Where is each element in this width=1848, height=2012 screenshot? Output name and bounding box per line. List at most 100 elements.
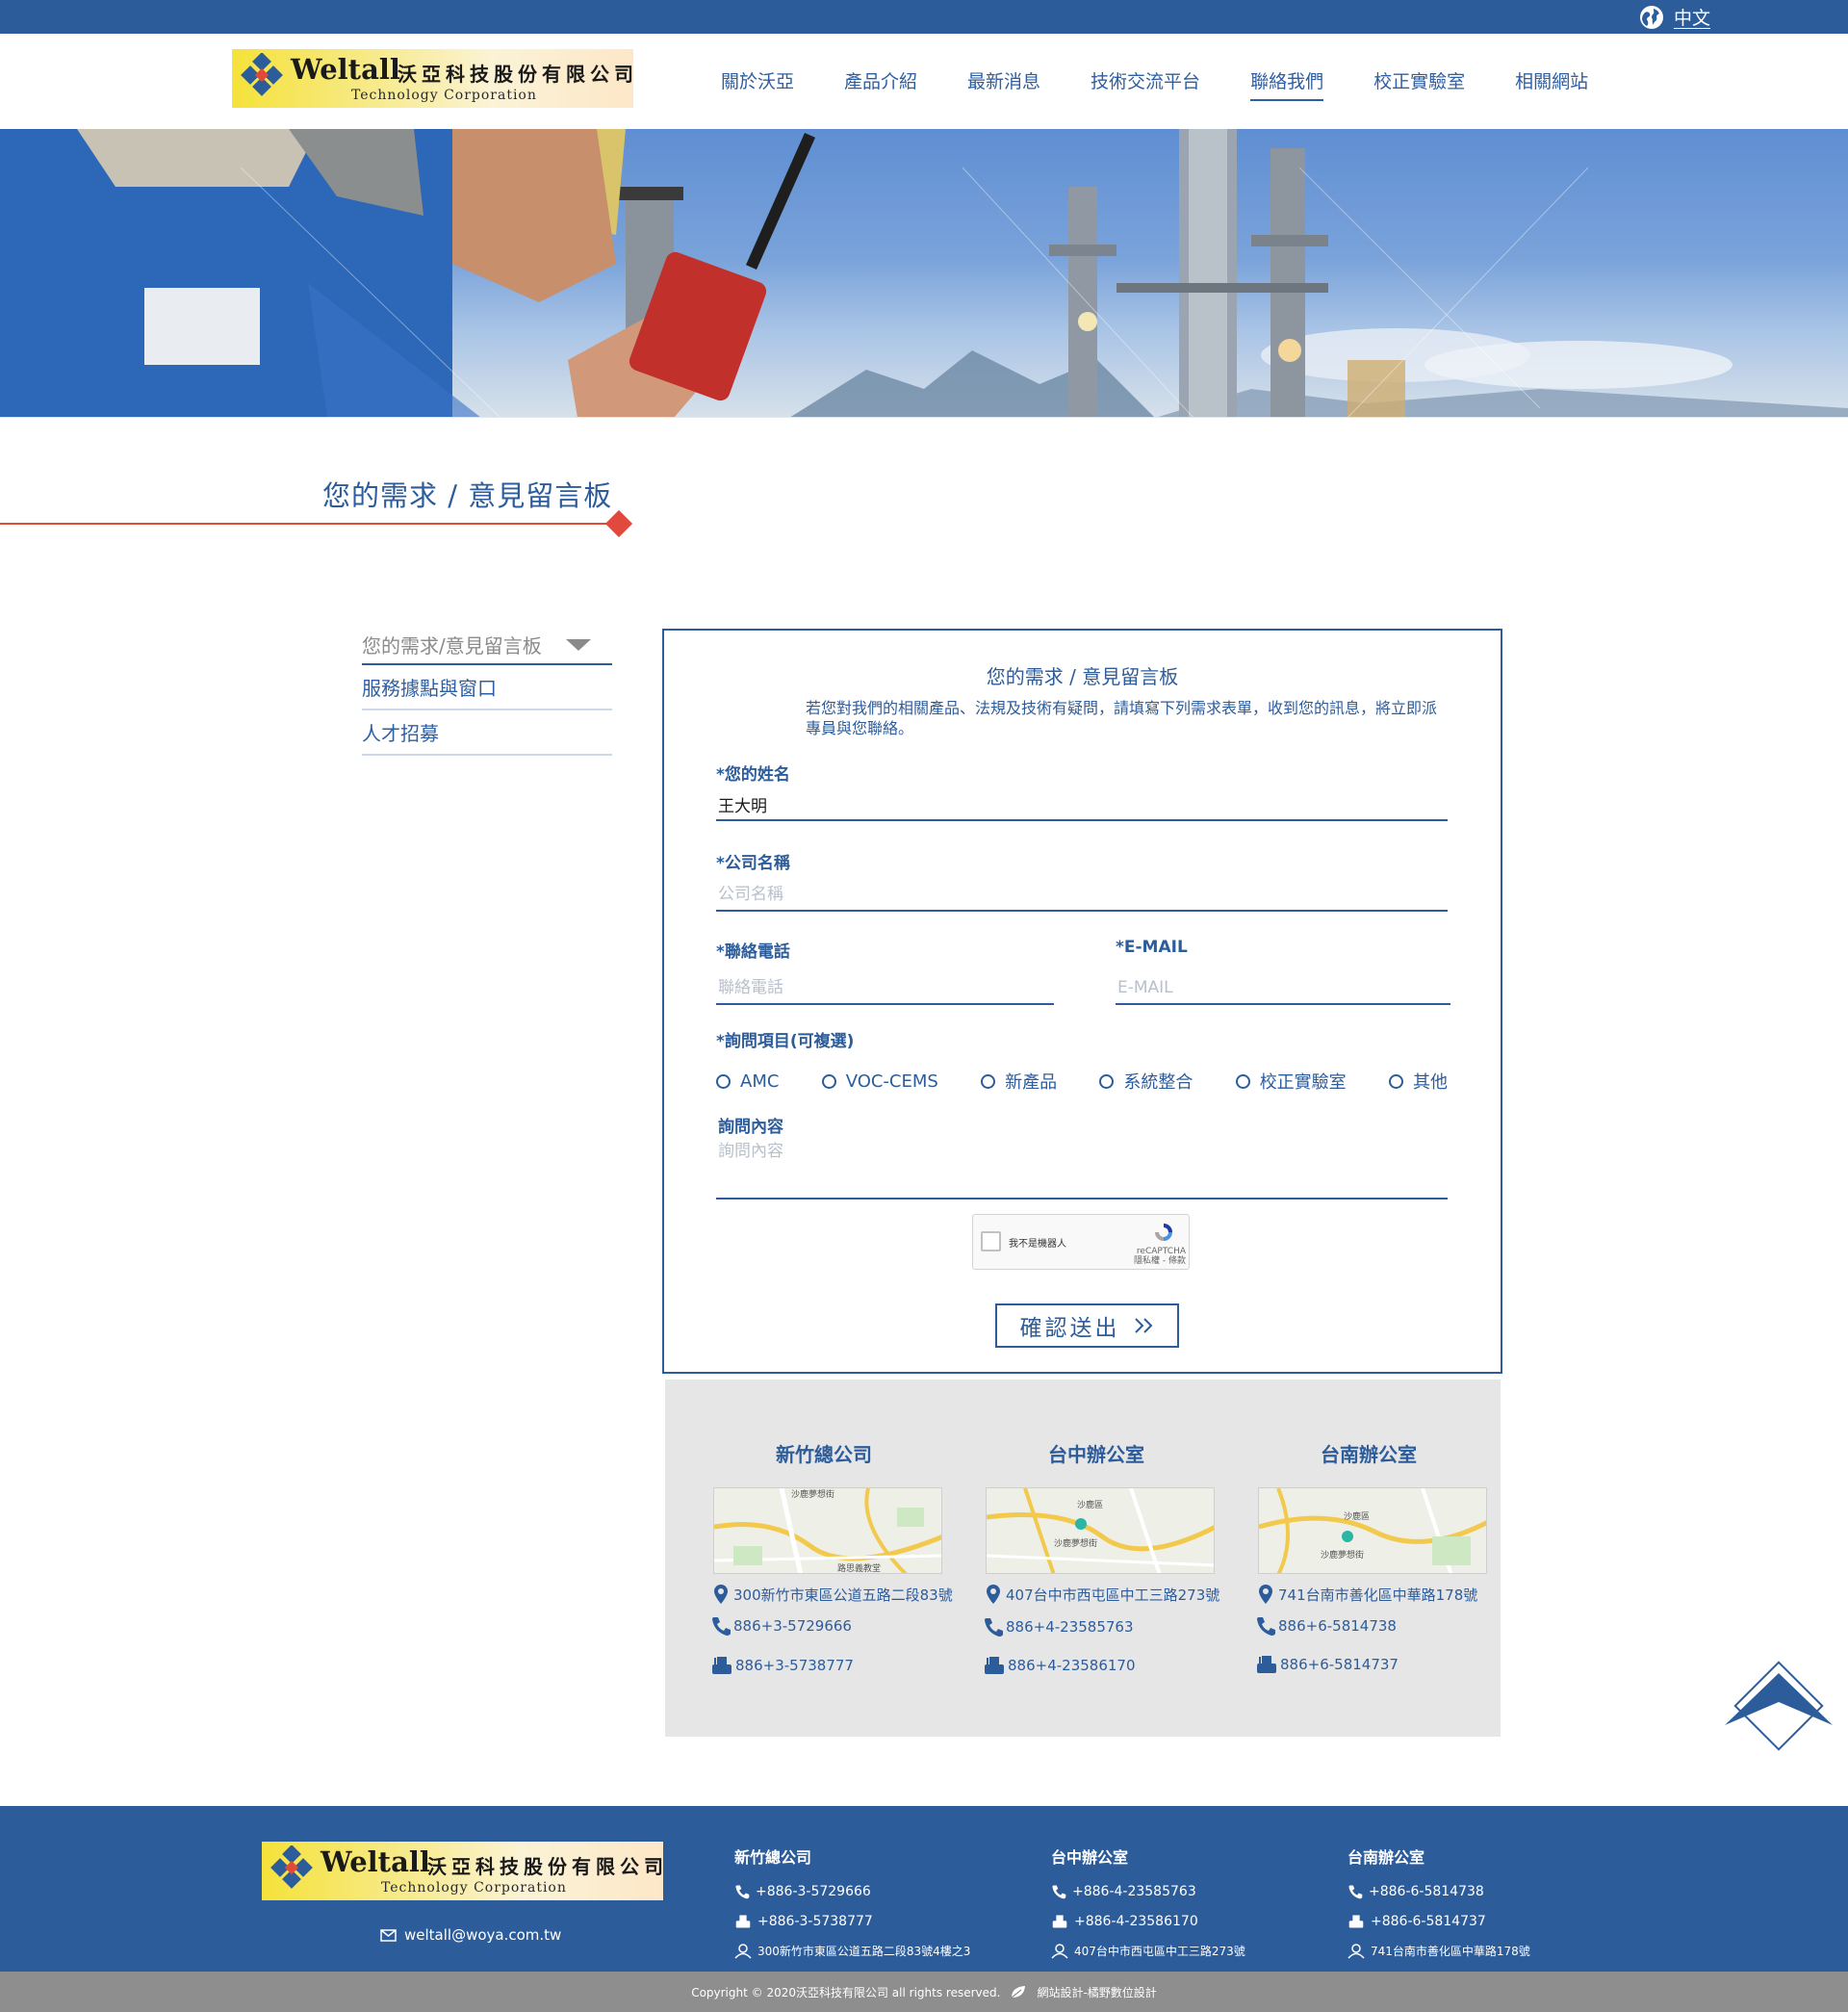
footer-office-name: 台南辦公室 [1348,1848,1425,1867]
form-intro: 若您對我們的相關產品、法規及技術有疑問，請填寫下列需求表單，收到您的訊息，將立即… [806,699,1438,737]
office-map[interactable]: 沙鹿區 沙鹿夢想街 [986,1487,1215,1574]
phone-icon [712,1617,731,1636]
nav-item-related-sites[interactable]: 相關網站 [1515,67,1588,101]
office-fax: 886+3-5738777 [711,1655,854,1676]
radio-circle-icon [1099,1073,1115,1089]
fax-icon [985,1657,1004,1674]
office-fax: 886+4-23586170 [984,1655,1136,1676]
inquiry-form: 您的需求 / 意見留言板 若您對我們的相關產品、法規及技術有疑問，請填寫下列需求… [662,629,1502,1374]
radio-circle-icon [1388,1073,1403,1089]
option-other[interactable]: 其他 [1388,1069,1448,1094]
person-pin-icon [734,1943,752,1959]
office-phone: 886+6-5814738 [1256,1615,1397,1637]
email-field[interactable] [1116,972,1450,1005]
option-label: AMC [740,1070,780,1092]
form-title: 您的需求 / 意見留言板 [986,665,1179,688]
radio-circle-icon [981,1073,996,1089]
person-pin-icon [1348,1943,1365,1959]
svg-text:路思義教堂: 路思義教堂 [837,1562,881,1574]
location-pin-icon [987,1585,1000,1604]
fax-icon [1348,1914,1364,1928]
language-switcher[interactable]: 中文 [1639,4,1710,30]
phone-icon [985,1618,1003,1637]
footer-phone: +886-3-5729666 [734,1876,1023,1906]
logo-diamond-icon [270,1845,313,1889]
option-new-product[interactable]: 新產品 [981,1069,1057,1094]
phone-field[interactable] [716,972,1054,1005]
footer-logo[interactable]: Weltall 沃亞科技股份有限公司 Technology Corporatio… [262,1842,663,1900]
title-diamond-icon [604,509,633,538]
back-to-top-icon[interactable] [1723,1654,1835,1758]
designer-leaf-icon [1012,1986,1026,1999]
option-label: VOC-CEMS [845,1070,938,1092]
recaptcha-widget[interactable]: 我不是機器人 reCAPTCHA 隱私權 - 條款 [972,1214,1190,1270]
option-label: 其他 [1412,1072,1448,1093]
side-item-recruitment[interactable]: 人才招募 [362,710,612,756]
name-field[interactable] [716,788,1448,821]
email-label: *E-MAIL [1116,938,1188,957]
location-pin-icon [1259,1585,1272,1604]
phone-label: *聯絡電話 [716,942,790,962]
svg-text:沙鹿夢想街: 沙鹿夢想街 [1054,1537,1097,1549]
nav-item-news[interactable]: 最新消息 [967,67,1040,101]
language-label[interactable]: 中文 [1674,4,1710,30]
logo-subtitle: Technology Corporation [351,88,537,103]
logo-subtitle: Technology Corporation [381,1880,567,1896]
footer-office-hsinchu: 新竹總公司 +886-3-5729666 +886-3-5738777 300新… [734,1844,1023,1966]
option-system-integration[interactable]: 系統整合 [1099,1069,1193,1094]
footer-email[interactable]: weltall@woya.com.tw [380,1926,561,1944]
inquiry-options: AMC VOC-CEMS 新產品 系統整合 校正實驗室 其他 [716,1069,1448,1094]
office-address: 300新竹市東區公道五路二段83號 [711,1584,953,1605]
office-map[interactable]: 沙鹿區 沙鹿夢想街 [1258,1487,1487,1574]
company-logo[interactable]: Weltall 沃亞科技股份有限公司 Technology Corporatio… [232,49,633,108]
side-item-service-locations[interactable]: 服務據點與窗口 [362,665,612,710]
submit-button[interactable]: 確認送出 [995,1303,1179,1348]
title-underline [0,523,616,525]
nav-item-products[interactable]: 產品介紹 [844,67,917,101]
option-label: 校正實驗室 [1259,1072,1347,1093]
option-amc[interactable]: AMC [716,1069,779,1094]
footer-office-name: 新竹總公司 [734,1848,812,1867]
designer-credit[interactable]: 網站設計-橘野數位設計 [1037,1984,1156,2000]
phone-icon [1257,1617,1275,1636]
page-title: 您的需求 / 意見留言板 [322,479,613,512]
location-pin-icon [714,1585,728,1604]
office-fax: 886+6-5814737 [1256,1654,1399,1675]
content-textarea[interactable]: 詢問內容 [718,1137,783,1161]
office-address: 407台中市西屯區中工三路273號 [984,1584,1219,1605]
nav-item-tech-platform[interactable]: 技術交流平台 [1091,67,1200,101]
logo-brand: Weltall [291,53,400,86]
map-image: 沙鹿區 沙鹿夢想街 [987,1488,1214,1573]
svg-text:沙鹿夢想街: 沙鹿夢想街 [791,1488,834,1500]
nav-item-about[interactable]: 關於沃亞 [721,67,794,101]
logo-brand-cn: 沃亞科技股份有限公司 [427,1855,668,1878]
radio-circle-icon [821,1073,836,1089]
footer-office-taichung: 台中辦公室 +886-4-23585763 +886-4-23586170 40… [1051,1844,1340,1966]
main-nav: 關於沃亞 產品介紹 最新消息 技術交流平台 聯絡我們 校正實驗室 相關網站 [721,67,1588,101]
recaptcha-checkbox[interactable] [981,1231,1001,1251]
site-footer: Weltall 沃亞科技股份有限公司 Technology Corporatio… [0,1806,1848,1972]
inquiry-label: *詢問項目(可複選) [716,1032,855,1051]
content-underline [716,1198,1448,1199]
office-phone: 886+4-23585763 [984,1616,1134,1638]
nav-item-calibration-lab[interactable]: 校正實驗室 [1373,67,1465,101]
hero-banner [0,129,1848,418]
side-item-feedback-board[interactable]: 您的需求/意見留言板 [362,626,612,665]
submit-label: 確認送出 [1019,1316,1120,1341]
mail-icon [380,1928,397,1942]
nav-item-contact[interactable]: 聯絡我們 [1250,67,1324,101]
option-calibration-lab[interactable]: 校正實驗室 [1235,1069,1347,1094]
option-voc-cems[interactable]: VOC-CEMS [821,1069,938,1094]
footer-office-tainan: 台南辦公室 +886-6-5814738 +886-6-5814737 741台… [1348,1844,1636,1966]
office-map[interactable]: 沙鹿夢想街 路思義教堂 [713,1487,942,1574]
side-menu: 您的需求/意見留言板 服務據點與窗口 人才招募 [362,626,612,756]
office-name: 台南辦公室 [1321,1443,1417,1466]
company-field[interactable] [716,879,1448,912]
recaptcha-icon [1155,1224,1172,1241]
caret-down-icon [566,638,591,651]
logo-brand: Weltall [321,1845,430,1878]
svg-text:沙鹿區: 沙鹿區 [1344,1510,1370,1522]
content-label: 詢問內容 [718,1118,783,1137]
phone-icon [1348,1884,1363,1898]
logo-brand-cn: 沃亞科技股份有限公司 [398,63,638,86]
